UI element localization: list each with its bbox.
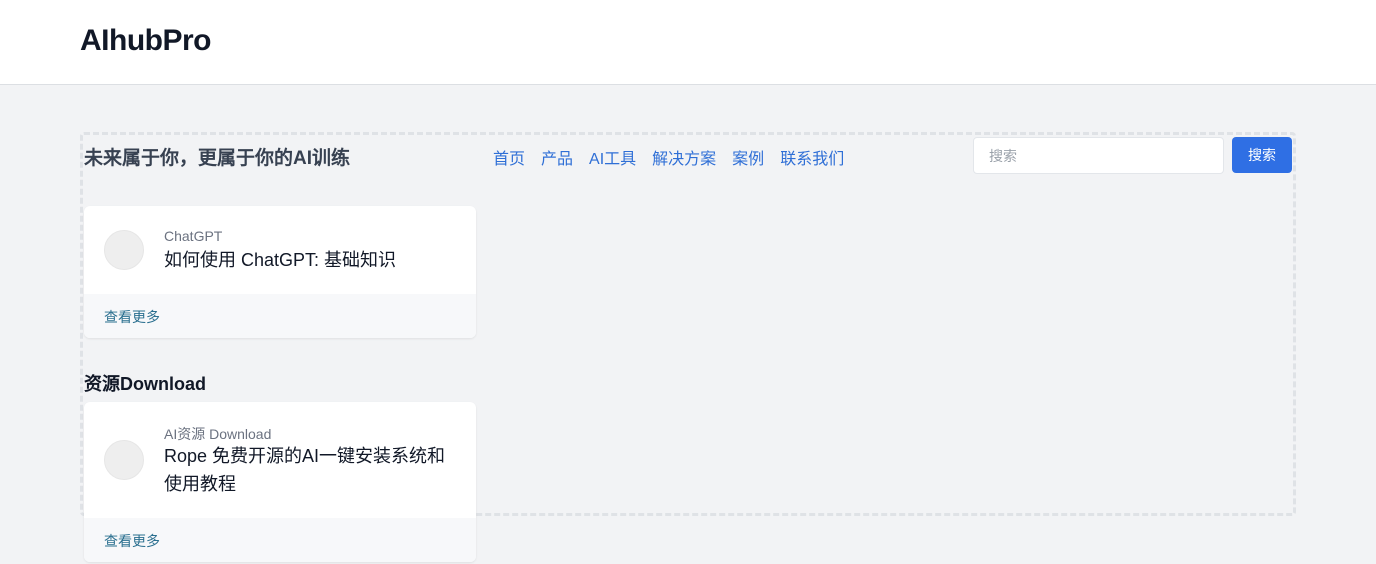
avatar xyxy=(104,440,144,480)
nav-item-cases[interactable]: 案例 xyxy=(732,145,764,169)
avatar xyxy=(104,230,144,270)
brand-logo[interactable]: AIhubPro xyxy=(80,24,212,58)
article-card[interactable]: ChatGPT 如何使用 ChatGPT: 基础知识 查看更多 xyxy=(84,206,476,338)
nav-item-solutions[interactable]: 解决方案 xyxy=(652,145,716,169)
card-category: ChatGPT xyxy=(164,228,223,244)
section-heading-download: 资源Download xyxy=(84,374,206,394)
view-more-link[interactable]: 查看更多 xyxy=(104,307,160,327)
article-card[interactable]: AI资源 Download Rope 免费开源的AI一键安装系统和使用教程 查看… xyxy=(84,402,476,562)
search-button[interactable]: 搜索 xyxy=(1232,137,1292,173)
card-title[interactable]: Rope 免费开源的AI一键安装系统和使用教程 xyxy=(164,442,460,498)
card-footer: 查看更多 xyxy=(84,518,476,562)
nav-item-products[interactable]: 产品 xyxy=(541,145,573,169)
card-title[interactable]: 如何使用 ChatGPT: 基础知识 xyxy=(164,246,460,274)
nav-item-home[interactable]: 首页 xyxy=(493,145,525,169)
nav-item-ai-tools[interactable]: AI工具 xyxy=(589,145,636,169)
page-tagline: 未来属于你，更属于你的AI训练 xyxy=(84,148,351,169)
main-nav: 首页 产品 AI工具 解决方案 案例 联系我们 xyxy=(493,145,844,169)
card-category: AI资源 Download xyxy=(164,426,272,442)
nav-item-contact[interactable]: 联系我们 xyxy=(780,145,844,169)
card-footer: 查看更多 xyxy=(84,294,476,338)
site-header: AIhubPro xyxy=(0,0,1376,85)
search-input[interactable] xyxy=(973,137,1224,174)
view-more-link[interactable]: 查看更多 xyxy=(104,531,160,551)
